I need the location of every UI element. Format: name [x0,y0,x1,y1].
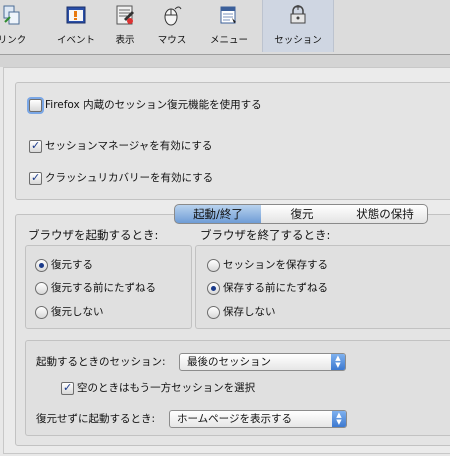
toolbar-item-display[interactable]: 表示 [104,0,146,52]
event-icon [65,4,87,26]
startup-ask-label: 復元する前にたずねる [51,282,156,294]
crash-recovery-checkbox[interactable] [29,170,42,186]
link-icon [1,4,23,26]
shutdown-save-radio[interactable] [207,259,220,272]
toolbar-item-label: イベント [56,35,95,46]
toolbar-item-label: セッション [274,35,322,46]
alt-session-label: 空のときはもう一方セッションを選択 [77,382,256,394]
firefox-restore-checkbox[interactable] [29,99,42,112]
tab-startup-shutdown[interactable]: 起動/終了 [174,204,262,224]
popup-arrows-icon: ▲ ▼ [332,411,346,427]
mouse-icon [161,4,183,26]
no-restore-select[interactable]: ホームページを表示する ▲ ▼ [169,410,347,428]
alt-session-checkbox[interactable] [61,380,74,396]
shutdown-no-save-radio[interactable] [207,306,220,319]
toolbar-item-event[interactable]: イベント [50,0,102,52]
session-manager-label: セッションマネージャを有効にする [45,140,213,152]
toolbar-item-mouse[interactable]: マウス [150,0,194,52]
shutdown-no-save-label: 保存しない [223,306,276,318]
startup-no-restore-radio[interactable] [35,306,48,319]
startup-ask-radio[interactable] [35,282,48,295]
firefox-restore-label: Firefox 内蔵のセッション復元機能を使用する [45,99,262,111]
startup-restore-radio[interactable] [35,259,48,272]
startup-no-restore-label: 復元しない [51,306,104,318]
shutdown-ask-label: 保存する前にたずねる [223,282,328,294]
no-restore-label: 復元せずに起動するとき: [36,413,156,425]
toolbar-item-label: 表示 [115,35,135,46]
crash-recovery-label: クラッシュリカバリーを有効にする [45,172,214,184]
startup-heading: ブラウザを起動するとき: [28,228,159,242]
window-band [0,55,450,67]
display-icon [114,4,136,26]
popup-arrows-icon: ▲ ▼ [331,354,345,370]
tab-keep-state[interactable]: 状態の保持 [343,204,428,224]
menu-icon [218,4,240,26]
toolbar-item-session[interactable]: セッション [262,0,334,52]
toolbar-item-menu[interactable]: メニュー [202,0,256,52]
startup-session-select[interactable]: 最後のセッション ▲ ▼ [179,353,346,371]
toolbar-item-label: メニュー [209,35,248,46]
startup-session-value: 最後のセッション [187,356,271,368]
startup-session-label: 起動するときのセッション: [36,356,166,368]
startup-restore-label: 復元する [51,259,93,271]
toolbar-item-link[interactable]: リンク [0,0,36,52]
session-manager-checkbox[interactable] [29,138,42,154]
session-icon [287,4,309,26]
toolbar-item-label: マウス [157,35,187,46]
shutdown-heading: ブラウザを終了するとき: [200,228,331,242]
no-restore-value: ホームページを表示する [177,413,292,425]
toolbar-item-label: リンク [0,35,27,46]
preferences-toolbar: リンク イベント 表示 マウス メニュー セッション [0,0,450,54]
shutdown-save-label: セッションを保存する [223,259,328,271]
shutdown-ask-radio[interactable] [207,282,220,295]
tab-restore[interactable]: 復元 [261,204,344,224]
